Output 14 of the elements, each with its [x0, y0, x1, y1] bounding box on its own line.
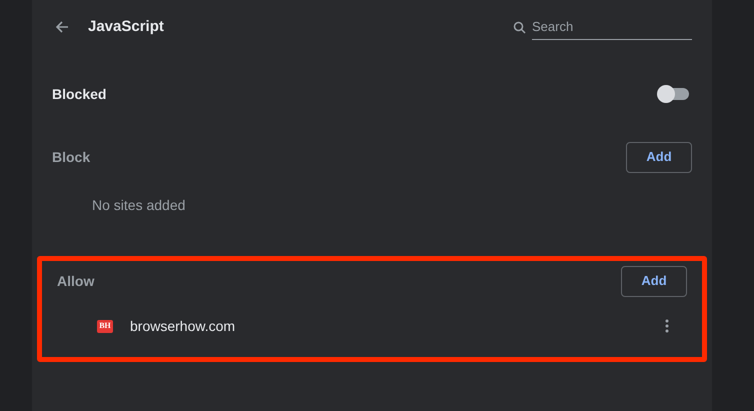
empty-message: No sites added	[92, 196, 186, 214]
section-title: Allow	[57, 272, 94, 290]
search-icon	[513, 20, 526, 34]
site-name: browserhow.com	[130, 316, 236, 336]
more-icon[interactable]	[665, 319, 669, 333]
setting-label: Blocked	[52, 84, 106, 104]
site-favicon: BH	[97, 320, 113, 332]
back-arrow-icon[interactable]	[54, 19, 70, 35]
add-button[interactable]: Add	[626, 142, 692, 172]
search-field[interactable]: Search	[532, 14, 692, 40]
page-title: JavaScript	[88, 16, 164, 37]
section-title: Block	[52, 148, 90, 166]
blocked-toggle[interactable]	[659, 88, 689, 100]
add-button[interactable]: Add	[621, 266, 687, 296]
